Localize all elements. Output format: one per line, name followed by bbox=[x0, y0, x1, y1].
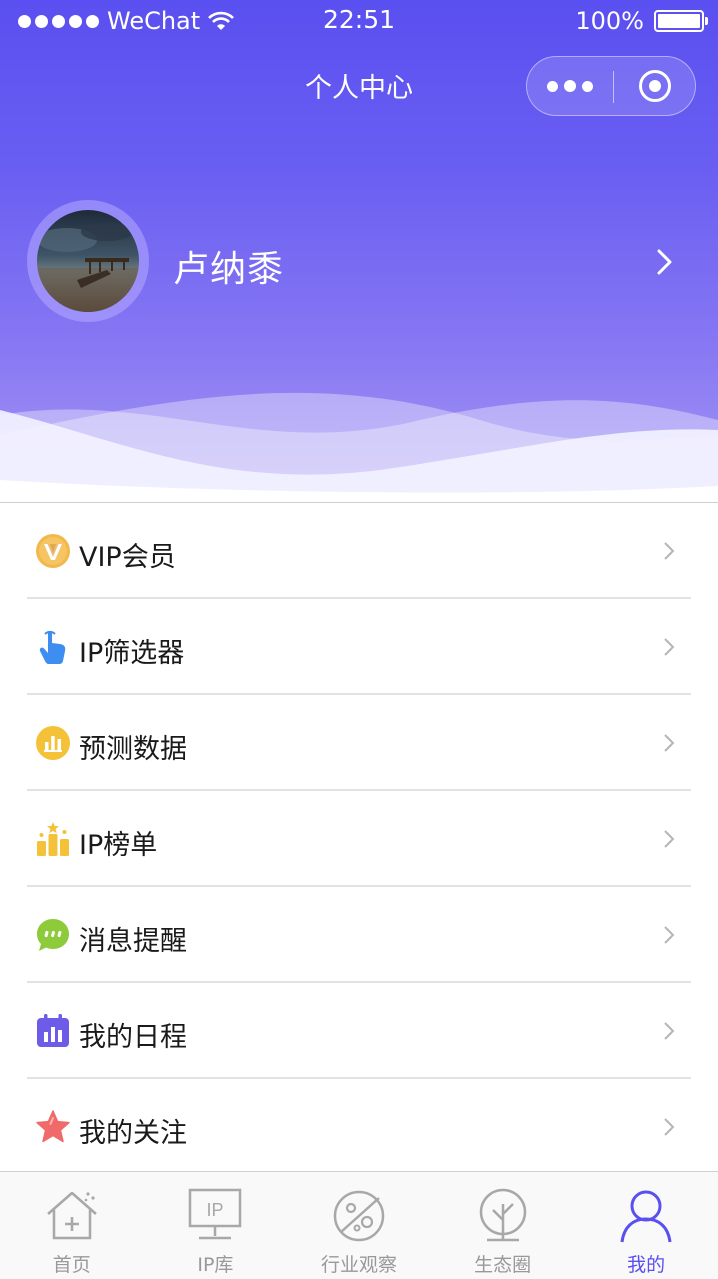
avatar-ring bbox=[27, 200, 149, 322]
menu-item-messages[interactable]: 消息提醒 bbox=[27, 887, 691, 983]
menu-item-label: VIP会员 bbox=[79, 542, 176, 573]
user-icon bbox=[620, 1190, 672, 1243]
header-waves bbox=[0, 392, 718, 500]
battery-icon bbox=[654, 10, 708, 32]
tab-mine[interactable]: 我的 bbox=[574, 1172, 718, 1279]
menu-item-vip[interactable]: VIP会员 bbox=[27, 503, 691, 599]
more-icon[interactable] bbox=[527, 57, 613, 115]
chevron-right-icon bbox=[664, 926, 675, 944]
menu-item-label: IP榜单 bbox=[79, 830, 158, 861]
tab-label: 我的 bbox=[627, 1254, 666, 1276]
vip-icon bbox=[36, 534, 70, 568]
tab-ip-library[interactable]: IP IP库 bbox=[144, 1172, 288, 1279]
home-icon bbox=[46, 1191, 97, 1240]
menu-item-label: 我的关注 bbox=[79, 1118, 187, 1149]
chevron-right-icon bbox=[664, 830, 675, 848]
chevron-right-icon bbox=[664, 1118, 675, 1136]
star-icon bbox=[36, 1110, 70, 1143]
menu-item-label: IP筛选器 bbox=[79, 638, 185, 669]
ip-library-icon: IP bbox=[189, 1188, 242, 1240]
chevron-right-icon bbox=[657, 249, 672, 275]
chevron-right-icon bbox=[664, 638, 675, 656]
planet-icon bbox=[333, 1190, 385, 1242]
menu-item-label: 我的日程 bbox=[79, 1022, 187, 1053]
tab-bar: 首页 IP IP库 行业观察 生态圈 我的 bbox=[0, 1171, 718, 1279]
close-miniprogram-icon[interactable] bbox=[639, 70, 671, 102]
svg-text:IP: IP bbox=[207, 1200, 224, 1220]
profile-header: WeChat 22:51 100% 个人中心 卢纳黍 bbox=[0, 0, 718, 500]
pointer-hand-icon bbox=[39, 630, 66, 664]
menu-item-schedule[interactable]: 我的日程 bbox=[27, 983, 691, 1079]
menu-item-ip-filter[interactable]: IP筛选器 bbox=[27, 599, 691, 695]
menu-item-ip-ranking[interactable]: IP榜单 bbox=[27, 791, 691, 887]
tab-home[interactable]: 首页 bbox=[0, 1172, 144, 1279]
menu-item-label: 消息提醒 bbox=[79, 926, 187, 957]
message-icon bbox=[37, 919, 69, 951]
forecast-chart-icon bbox=[36, 726, 70, 760]
tab-label: IP库 bbox=[197, 1254, 234, 1276]
menu-item-label: 预测数据 bbox=[79, 734, 187, 765]
battery-percent: 100% bbox=[575, 7, 644, 35]
chevron-right-icon bbox=[664, 1022, 675, 1040]
profile-row[interactable]: 卢纳黍 bbox=[27, 200, 691, 324]
calendar-icon bbox=[37, 1014, 69, 1047]
tree-icon bbox=[479, 1188, 526, 1242]
menu-item-forecast[interactable]: 预测数据 bbox=[27, 695, 691, 791]
ranking-icon bbox=[37, 822, 69, 856]
status-bar: WeChat 22:51 100% bbox=[0, 0, 718, 44]
chevron-right-icon bbox=[664, 734, 675, 752]
tab-label: 行业观察 bbox=[320, 1254, 397, 1276]
tab-industry[interactable]: 行业观察 bbox=[287, 1172, 431, 1279]
avatar[interactable] bbox=[37, 210, 139, 312]
miniprogram-capsule bbox=[526, 56, 696, 116]
capsule-divider bbox=[613, 71, 614, 103]
chevron-right-icon bbox=[664, 542, 675, 560]
tab-ecosystem[interactable]: 生态圈 bbox=[431, 1172, 575, 1279]
profile-name: 卢纳黍 bbox=[173, 249, 285, 290]
menu-item-following[interactable]: 我的关注 bbox=[27, 1079, 691, 1175]
menu-list: VIP会员 IP筛选器 预测数据 IP榜单 消息提醒 我的日程 我的关注 bbox=[0, 502, 718, 1175]
tab-label: 首页 bbox=[52, 1254, 91, 1276]
tab-label: 生态圈 bbox=[474, 1254, 532, 1276]
